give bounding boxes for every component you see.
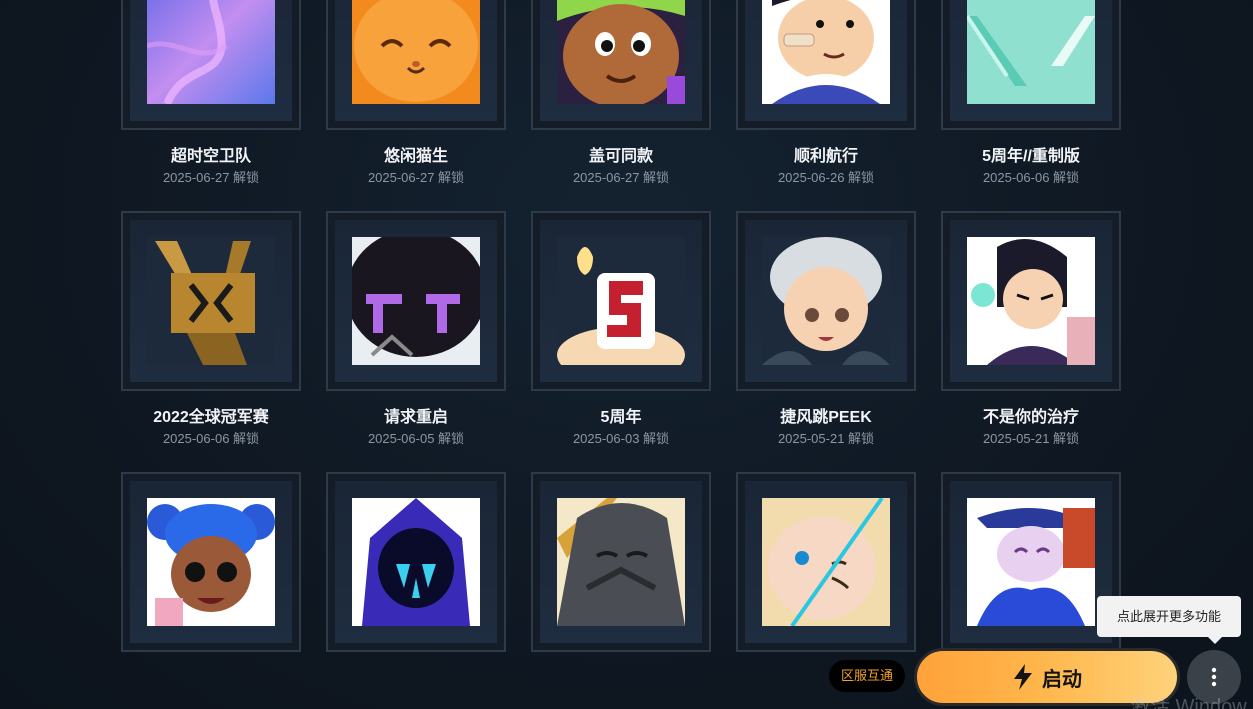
- grey-masked-figure-avatar-icon: [557, 498, 685, 626]
- launch-button-label: 启动: [1042, 668, 1082, 691]
- blue-pigtail-girl-avatar-icon: [147, 498, 275, 626]
- avatar-card[interactable]: [736, 472, 916, 652]
- avatar-title: 不是你的治疗: [982, 409, 1079, 426]
- avatar-card[interactable]: [326, 472, 506, 652]
- avatar-gallery-page: 超时空卫队 2025-06-27 解锁 悠闲猫生 2025-06-27 解锁 盖…: [0, 0, 1253, 709]
- unlock-date: 2025-06-06 解锁: [982, 170, 1080, 185]
- more-features-tooltip: 点此展开更多功能: [1097, 596, 1241, 637]
- unlock-date: 2025-05-21 解锁: [982, 431, 1080, 446]
- avatar-title: 盖可同款: [588, 148, 653, 165]
- avatar-title: 捷风跳PEEK: [780, 409, 872, 426]
- hooded-blue-figure-avatar-icon: [352, 498, 480, 626]
- avatar-grid: 超时空卫队 2025-06-27 解锁 悠闲猫生 2025-06-27 解锁 盖…: [0, 0, 1253, 709]
- lightning-bolt-icon: [1014, 664, 1032, 690]
- unlock-date: 2025-06-27 解锁: [572, 170, 670, 185]
- avatar-card[interactable]: [531, 211, 711, 391]
- purple-abstract-avatar-icon: [147, 0, 275, 104]
- avatar-title: 5周年: [600, 409, 642, 426]
- avatar-title: 2022全球冠军赛: [153, 409, 269, 426]
- avatar-card[interactable]: [326, 0, 506, 130]
- unlock-date: 2025-06-27 解锁: [162, 170, 260, 185]
- avatar-card[interactable]: [531, 0, 711, 130]
- avatar-card[interactable]: [121, 211, 301, 391]
- vertical-dots-icon: [1211, 667, 1217, 687]
- avatar-card[interactable]: [941, 472, 1121, 652]
- avatar-card[interactable]: [941, 211, 1121, 391]
- unlock-date: 2025-06-06 解锁: [162, 431, 260, 446]
- avatar-card[interactable]: [736, 0, 916, 130]
- avatar-card[interactable]: [736, 211, 916, 391]
- avatar-card[interactable]: [121, 0, 301, 130]
- unlock-date: 2025-06-05 解锁: [367, 431, 465, 446]
- unlock-date: 2025-06-27 解锁: [367, 170, 465, 185]
- windows-activation-watermark: 激活 Window: [1130, 696, 1247, 709]
- avatar-card[interactable]: [941, 0, 1121, 130]
- tooltip-arrow: [1208, 637, 1222, 644]
- healer-girl-avatar-icon: [967, 237, 1095, 365]
- avatar-title: 请求重启: [383, 409, 448, 426]
- white-hair-girl-avatar-icon: [762, 237, 890, 365]
- birthday-candle-5-avatar-icon: [557, 237, 685, 365]
- avatar-title: 悠闲猫生: [383, 148, 448, 165]
- dark-robot-avatar-icon: [352, 237, 480, 365]
- orange-cat-avatar-icon: [352, 0, 480, 104]
- round-face-line-avatar-icon: [762, 498, 890, 626]
- blue-hat-cowboy-avatar-icon: [967, 498, 1095, 626]
- server-interop-badge[interactable]: 区服互通: [829, 660, 905, 692]
- avatar-title: 顺利航行: [793, 148, 858, 165]
- avatar-card[interactable]: [121, 472, 301, 652]
- green-hair-boy-avatar-icon: [557, 0, 685, 104]
- avatar-title: 5周年//重制版: [982, 148, 1080, 165]
- avatar-card[interactable]: [326, 211, 506, 391]
- bandage-boy-avatar-icon: [762, 0, 890, 104]
- unlock-date: 2025-06-03 解锁: [572, 431, 670, 446]
- unlock-date: 2025-05-21 解锁: [777, 431, 875, 446]
- avatar-title: 超时空卫队: [170, 148, 251, 165]
- gold-trophy-avatar-icon: [147, 237, 275, 365]
- teal-v-logo-avatar-icon: [967, 0, 1095, 104]
- unlock-date: 2025-06-26 解锁: [777, 170, 875, 185]
- avatar-card[interactable]: [531, 472, 711, 652]
